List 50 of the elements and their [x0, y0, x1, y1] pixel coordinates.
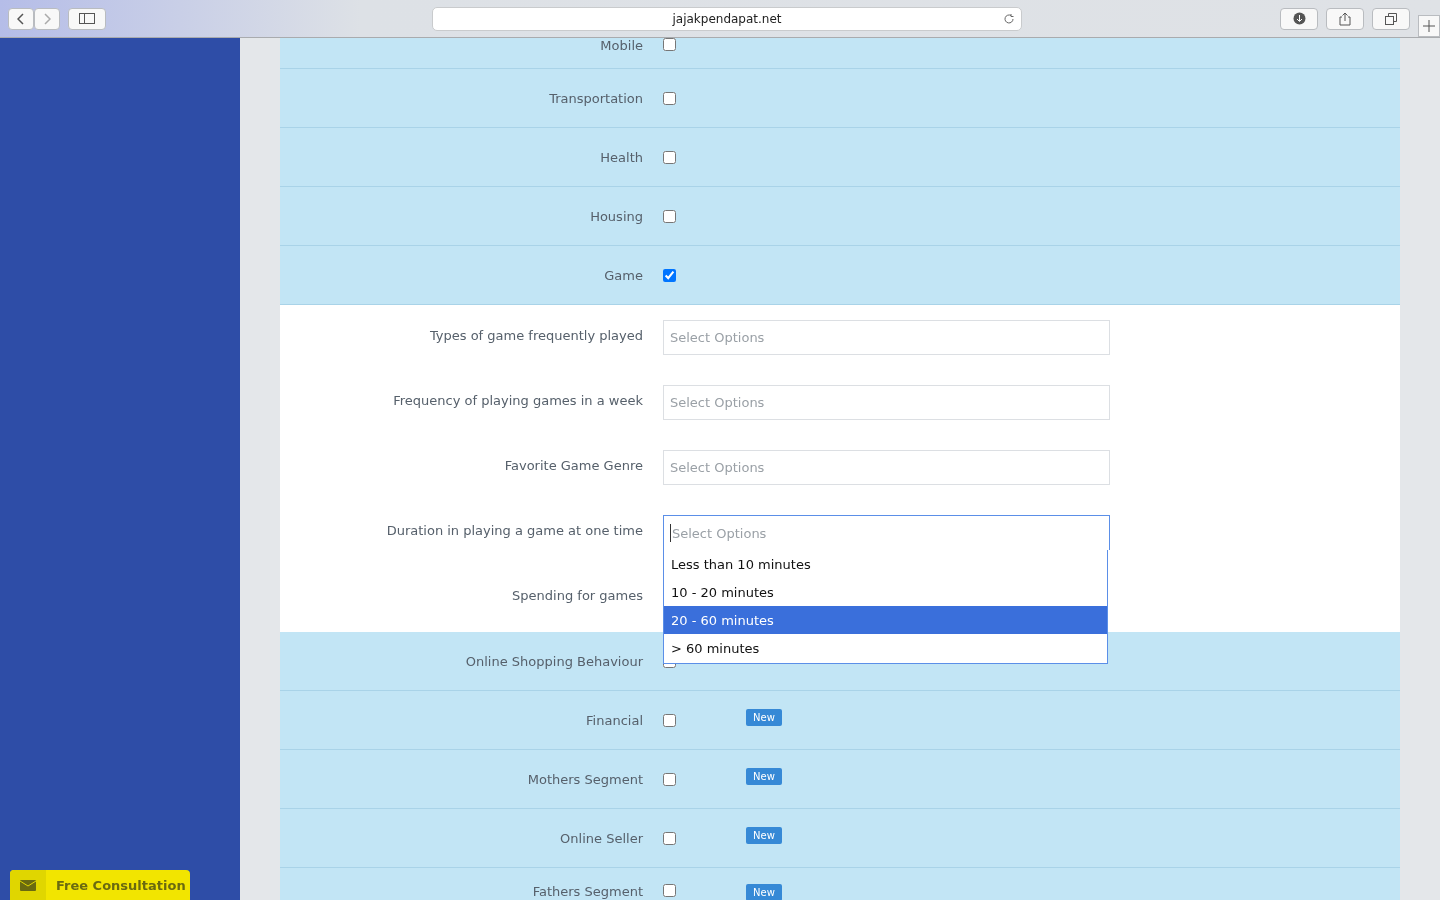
row-label: Financial [585, 712, 643, 728]
dropdown-option[interactable]: 20 - 60 minutes [664, 606, 1107, 634]
row-label: Transportation [548, 90, 643, 106]
back-icon [17, 12, 25, 25]
row-label: Mothers Segment [526, 771, 643, 787]
back-button[interactable] [8, 7, 34, 30]
row-label: Game [603, 267, 643, 283]
reload-icon[interactable] [1003, 12, 1015, 25]
new-tab-button[interactable] [1418, 15, 1440, 37]
forward-icon [43, 12, 51, 25]
select-field[interactable]: Select Options [663, 450, 1110, 485]
tabs-button[interactable] [1372, 7, 1410, 30]
share-icon [1339, 11, 1351, 26]
download-icon [1292, 12, 1306, 25]
address-bar[interactable]: jajakpendapat.net [432, 6, 1022, 31]
new-badge: New [746, 768, 782, 785]
select-field[interactable]: Select Options [663, 385, 1110, 420]
row-label: Online Seller [559, 830, 643, 846]
checkbox[interactable] [663, 268, 676, 282]
new-badge: New [746, 827, 782, 844]
sidebar-toggle-button[interactable] [68, 7, 106, 30]
downloads-button[interactable] [1280, 7, 1318, 30]
checkbox[interactable] [663, 38, 676, 51]
new-badge: New [746, 884, 782, 900]
checkbox[interactable] [663, 209, 676, 223]
checkbox[interactable] [663, 150, 676, 164]
checkbox[interactable] [663, 772, 676, 786]
row-label: Housing [589, 208, 643, 224]
new-badge: New [746, 709, 782, 726]
row-label: Fathers Segment [531, 884, 643, 899]
question-label: Types of game frequently played [428, 327, 643, 343]
checkbox[interactable] [663, 831, 676, 845]
row-label: Online Shopping Behaviour [464, 653, 643, 669]
plus-icon [1423, 20, 1435, 32]
row-label: Health [599, 149, 643, 165]
question-label: Favorite Game Genre [503, 457, 643, 473]
share-button[interactable] [1326, 7, 1364, 30]
free-consultation-button[interactable]: Free Consultation [10, 870, 190, 900]
select-field[interactable]: Select Options [663, 320, 1110, 355]
envelope-icon [20, 879, 36, 891]
question-label: Frequency of playing games in a week [392, 392, 643, 408]
question-label: Spending for games [511, 587, 643, 603]
checkbox[interactable] [663, 713, 676, 727]
question-label: Duration in playing a game at one time [385, 522, 643, 538]
checkbox[interactable] [663, 91, 676, 105]
tabs-icon [1385, 12, 1397, 25]
row-label: Mobile [599, 38, 643, 53]
select-field[interactable]: Select Options [663, 515, 1110, 550]
sidebar-icon [79, 13, 95, 24]
checkbox[interactable] [663, 884, 676, 897]
